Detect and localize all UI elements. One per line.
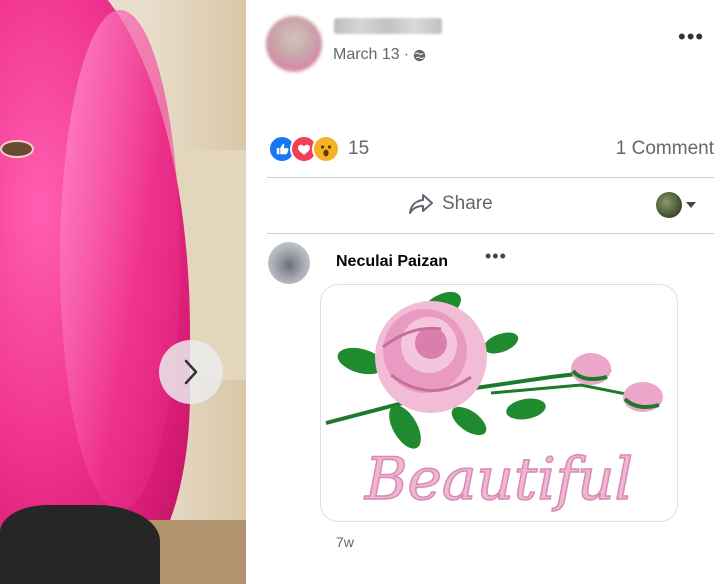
reactions-summary[interactable]: 15: [268, 135, 369, 163]
comments-count-link[interactable]: 1 Comment: [616, 138, 714, 160]
caret-down-icon: [686, 202, 696, 208]
post-date[interactable]: March 13: [333, 46, 400, 64]
post-meta: March 13 ·: [333, 46, 426, 64]
post-photo[interactable]: [0, 0, 246, 584]
meta-separator: ·: [403, 46, 410, 63]
photo-eye: [0, 140, 34, 158]
viewer-avatar: [656, 192, 682, 218]
divider: [267, 177, 714, 178]
divider: [267, 233, 714, 234]
reaction-count: 15: [348, 138, 370, 159]
author-avatar[interactable]: [266, 16, 322, 72]
comment-options-button[interactable]: •••: [485, 247, 507, 265]
commenter-name[interactable]: Neculai Paizan: [336, 253, 448, 271]
post-panel: March 13 · ••• 15 1 Comment Share Necula…: [246, 0, 720, 584]
rose-sticker-image: Beautiful: [325, 291, 663, 514]
chevron-right-icon: [184, 359, 198, 385]
wow-icon: [312, 135, 340, 163]
share-button[interactable]: Share: [408, 192, 493, 216]
photo-hair-highlight: [60, 10, 180, 510]
author-name-blurred[interactable]: [334, 18, 442, 34]
globe-icon: [413, 49, 426, 61]
next-photo-button[interactable]: [159, 340, 223, 404]
share-label: Share: [442, 193, 493, 214]
comment-sticker: Beautiful: [320, 284, 678, 522]
post-options-button[interactable]: •••: [678, 26, 704, 48]
comment-timestamp[interactable]: 7w: [336, 534, 354, 550]
photo-shirt: [0, 505, 160, 584]
commenter-avatar[interactable]: [268, 242, 310, 284]
sticker-text: Beautiful: [364, 445, 633, 513]
share-arrow-icon: [409, 194, 433, 214]
comment-as-selector[interactable]: [656, 192, 696, 218]
